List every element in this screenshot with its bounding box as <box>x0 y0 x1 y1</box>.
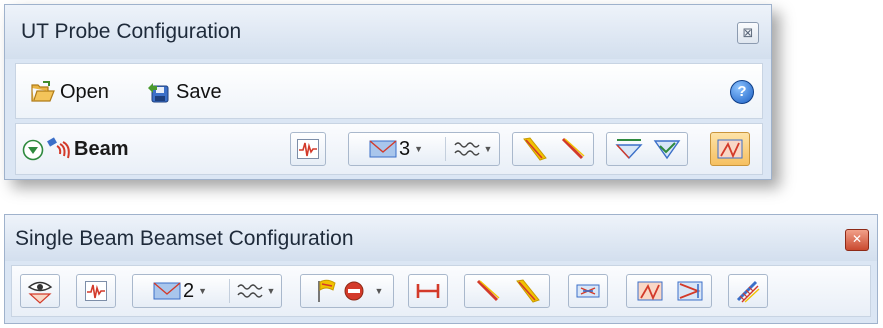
panel-title: Single Beam Beamset Configuration <box>15 227 354 250</box>
angle-box-icon <box>677 281 703 301</box>
angle-button[interactable] <box>631 275 669 307</box>
flag-dropdown[interactable]: ▼ <box>303 275 393 307</box>
beam-label: Beam <box>74 138 129 160</box>
signal-wave-icon <box>453 142 480 156</box>
close-button[interactable]: ✕ <box>845 229 869 251</box>
view-button[interactable] <box>21 275 59 307</box>
panel-title-bar: Single Beam Beamset Configuration ✕ <box>5 215 877 261</box>
red-beam-button[interactable] <box>555 133 591 165</box>
scan-group <box>568 274 608 308</box>
eye-icon <box>27 281 53 304</box>
panel-title: UT Probe Configuration <box>21 20 242 43</box>
ruler-icon <box>416 284 440 298</box>
single-beam-beamset-configuration-panel: Single Beam Beamset Configuration ✕ 2 ▼ … <box>4 214 878 324</box>
array-beams-icon <box>736 280 760 303</box>
refraction-group <box>710 132 750 166</box>
red-beam-icon <box>476 279 500 302</box>
probe-element-icon <box>369 140 397 158</box>
chevron-down-icon: ▼ <box>483 144 493 154</box>
open-folder-icon <box>31 81 55 102</box>
angle-icon <box>637 281 663 301</box>
waveform-button[interactable] <box>77 275 115 307</box>
wave-type-dropdown[interactable]: ▼ <box>233 275 279 307</box>
collapse-arrow-icon[interactable] <box>22 139 44 161</box>
wedge-button[interactable] <box>611 133 647 165</box>
panel-title-bar: UT Probe Configuration ⊠ <box>5 5 771 59</box>
beam-direction-group <box>512 132 594 166</box>
wedge-check-icon <box>653 140 681 160</box>
save-button[interactable]: Save <box>146 78 222 106</box>
refraction-icon <box>717 139 743 159</box>
element-count-dropdown[interactable]: 3 ▼ <box>353 133 439 165</box>
chevron-down-icon: ▼ <box>414 144 424 154</box>
yellow-beam-icon <box>523 137 547 161</box>
wave-type-dropdown[interactable]: ▼ <box>449 133 497 165</box>
element-count-value: 3 <box>398 137 411 160</box>
yellow-beam-button[interactable] <box>517 133 553 165</box>
element-group: 2 ▼ ▼ <box>132 274 282 308</box>
red-beam-button[interactable] <box>469 275 507 307</box>
chevron-down-icon: ▼ <box>266 286 276 296</box>
angle-box-button[interactable] <box>671 275 709 307</box>
command-bar: Open Save ? <box>15 63 763 119</box>
save-icon <box>148 83 169 103</box>
close-button[interactable]: ⊠ <box>737 22 759 44</box>
view-group <box>20 274 60 308</box>
yellow-beam-button[interactable] <box>509 275 547 307</box>
stop-icon <box>344 281 364 301</box>
wedge-group <box>606 132 688 166</box>
ruler-group <box>408 274 448 308</box>
waveform-button[interactable] <box>291 133 325 165</box>
element-count-dropdown[interactable]: 2 ▼ <box>137 275 223 307</box>
flag-icon <box>317 279 336 302</box>
wedge-check-button[interactable] <box>649 133 685 165</box>
refraction-button[interactable] <box>711 133 749 165</box>
open-button[interactable]: Open <box>30 78 109 106</box>
divider <box>229 279 230 303</box>
waveform-group <box>76 274 116 308</box>
waveform-icon <box>85 281 107 301</box>
waveform-group <box>290 132 326 166</box>
beamset-toolbar: 2 ▼ ▼ ▼ <box>11 265 871 317</box>
waveform-icon <box>297 139 319 159</box>
ut-probe-configuration-panel: UT Probe Configuration ⊠ Open Save ? Bea… <box>4 4 772 180</box>
signal-wave-icon <box>236 284 263 298</box>
element-count-value: 2 <box>182 279 195 302</box>
probe-element-icon <box>153 282 181 300</box>
flag-group: ▼ <box>300 274 394 308</box>
beam-icon <box>47 137 70 159</box>
divider <box>445 137 446 161</box>
open-label: Open <box>60 80 109 103</box>
chevron-down-icon: ▼ <box>374 286 384 296</box>
beam-toolbar: Beam 3 ▼ ▼ <box>15 123 763 175</box>
wedge-icon <box>615 139 643 160</box>
scan-icon <box>576 284 600 298</box>
scan-button[interactable] <box>569 275 607 307</box>
array-group <box>728 274 768 308</box>
yellow-beam-icon <box>516 279 540 303</box>
element-group: 3 ▼ ▼ <box>348 132 500 166</box>
beam-direction-group <box>464 274 550 308</box>
save-label: Save <box>176 80 222 103</box>
array-beams-button[interactable] <box>729 275 767 307</box>
ruler-button[interactable] <box>409 275 447 307</box>
chevron-down-icon: ▼ <box>198 286 208 296</box>
red-beam-icon <box>561 137 585 160</box>
angle-group <box>626 274 712 308</box>
help-icon[interactable]: ? <box>730 80 754 104</box>
